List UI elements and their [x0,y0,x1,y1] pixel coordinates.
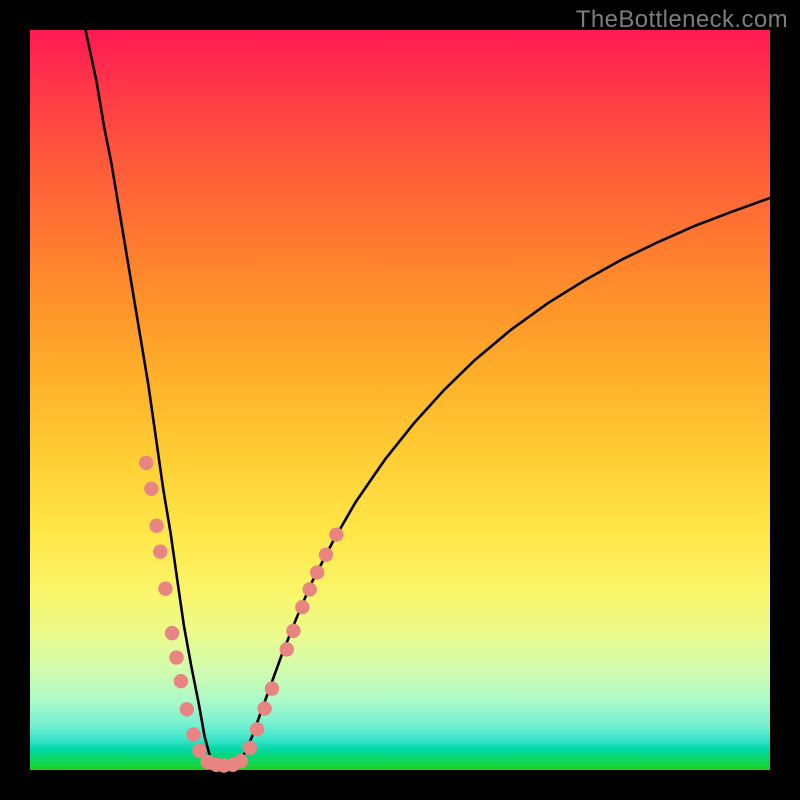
curve-svg [30,30,770,770]
data-dot [158,582,172,596]
data-dot [180,702,194,716]
data-dot [303,582,317,596]
data-dot [286,624,300,638]
chart-container: TheBottleneck.com [0,0,800,800]
curve-left-branch [86,30,212,761]
data-dot [265,681,279,695]
data-dot [144,482,158,496]
data-dot [280,642,294,656]
data-dot [174,674,188,688]
data-dot [310,565,324,579]
data-dot [169,650,183,664]
data-dot [186,727,200,741]
data-dot [295,600,309,614]
data-dot [243,741,257,755]
data-dot [139,456,153,470]
plot-area [30,30,770,770]
dots-group [139,456,344,773]
data-dot [319,547,333,561]
data-dot [234,754,248,768]
data-dot [329,527,343,541]
data-dot [257,701,271,715]
data-dot [153,545,167,559]
data-dot [250,722,264,736]
data-dot [165,626,179,640]
curve-right-branch [241,198,770,761]
watermark-text: TheBottleneck.com [576,6,788,34]
data-dot [149,519,163,533]
